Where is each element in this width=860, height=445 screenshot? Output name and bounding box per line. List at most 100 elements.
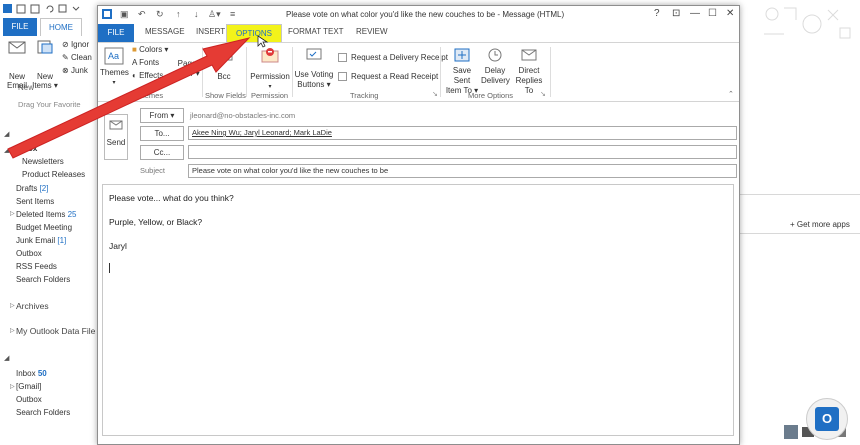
tab-file[interactable]: FILE (98, 24, 134, 42)
collapse-ribbon-icon[interactable]: ⌃ (728, 90, 734, 98)
tab-options[interactable]: OPTIONS (226, 24, 282, 43)
checkbox-box (338, 53, 347, 63)
new-items-button[interactable]: New Items ▾ (32, 40, 58, 90)
clean-up-button[interactable]: ✎ Clean (62, 53, 92, 62)
folder-newsletters[interactable]: Newsletters (22, 157, 64, 166)
expand-triangle-icon[interactable]: ▷ (10, 383, 15, 390)
request-read-receipt-checkbox[interactable]: Request a Read Receipt (338, 72, 438, 82)
folder-rss-feeds[interactable]: RSS Feeds (16, 262, 57, 271)
clean-up-label: Clean (70, 53, 92, 62)
use-voting-buttons-label: Use Voting Buttons ▾ (294, 70, 334, 89)
dialog-launcher-icon[interactable]: ↘ (432, 90, 438, 98)
close-icon[interactable]: ✕ (726, 8, 734, 19)
plus-icon: + (790, 220, 797, 229)
ignore-button[interactable]: ⊘ Ignor (62, 40, 89, 49)
customize-toolbar-icon[interactable]: ≡ (230, 9, 235, 19)
collapse-triangle-icon[interactable]: ◢ (4, 130, 9, 138)
group-label-more-options: More Options (468, 91, 514, 100)
outlook-taskbar-badge[interactable]: O (806, 398, 848, 440)
maximize-icon[interactable]: ☐ (708, 8, 717, 19)
tab-format-text[interactable]: FORMAT TEXT (288, 27, 344, 36)
save-sent-item-to-button[interactable]: Save Sent Item To ▾ (444, 47, 480, 96)
themes-button[interactable]: Aa Themes ▾ (100, 47, 129, 88)
from-button[interactable]: From ▾ (140, 108, 184, 123)
junk-button[interactable]: ⊗ Junk (62, 66, 88, 75)
effects-button[interactable]: ◐ Effects (132, 71, 163, 81)
group-label-tracking: Tracking (350, 91, 379, 100)
new-items-icon (37, 40, 53, 54)
subject-field[interactable]: Please vote on what color you'd like the… (188, 164, 737, 178)
colors-icon: ■ (132, 45, 137, 54)
send-icon (109, 120, 123, 130)
bg-tab-home[interactable]: HOME (40, 18, 82, 36)
get-more-apps-link[interactable]: + Get more apps (790, 220, 850, 229)
tab-insert[interactable]: INSERT (196, 27, 225, 36)
permission-button[interactable]: Permission ▾ (250, 47, 290, 92)
page-color-button[interactable]: Page Color ▾ (174, 59, 200, 79)
gmail-folder-outbox[interactable]: Outbox (16, 395, 42, 404)
archives-account[interactable]: Archives (16, 301, 49, 311)
fonts-button[interactable]: A Fonts (132, 58, 159, 68)
cc-field[interactable] (188, 145, 737, 159)
ribbon-decoration-pattern (764, 7, 851, 39)
minimize-icon[interactable]: — (690, 8, 700, 19)
arrow-down-icon[interactable]: ↓ (194, 9, 199, 19)
folder-drafts[interactable]: Drafts [2] (16, 184, 48, 193)
reply-envelope-icon (521, 49, 537, 61)
use-voting-buttons-button[interactable]: Use Voting Buttons ▾ (294, 47, 334, 90)
body-line: Please vote... what do you think? (109, 193, 234, 203)
collapse-triangle-icon[interactable]: ◢ (4, 146, 9, 154)
colors-button[interactable]: ■ Colors ▾ (132, 45, 168, 55)
folder-junk-email[interactable]: Junk Email [1] (16, 236, 66, 245)
themes-icon: Aa (104, 47, 124, 65)
get-more-apps-label: Get more apps (796, 220, 850, 229)
background-ribbon: New Email New Items ▾ ⊘ Ignor ✎ Clean ⊗ J… (0, 36, 98, 95)
undo-icon[interactable]: ↶ (138, 9, 146, 20)
folder-budget-meeting[interactable]: Budget Meeting (16, 223, 72, 232)
junk-icon: ⊗ (62, 66, 71, 75)
expand-triangle-icon[interactable]: ▷ (10, 210, 15, 217)
arrow-up-icon[interactable]: ↑ (176, 9, 181, 19)
tab-message[interactable]: MESSAGE (145, 27, 185, 36)
expand-triangle-icon[interactable]: ▷ (10, 302, 15, 309)
save-icon[interactable]: ▣ (120, 9, 129, 20)
gmail-folder-inbox[interactable]: Inbox 50 (16, 369, 47, 378)
cc-button[interactable]: Cc... (140, 145, 184, 160)
outlook-data-file-account[interactable]: My Outlook Data File (16, 326, 95, 336)
group-separator (550, 47, 551, 97)
send-button[interactable]: Send (104, 114, 128, 160)
delay-delivery-button[interactable]: Delay Delivery (481, 47, 510, 86)
quick-access-icons (3, 4, 80, 14)
group-separator (202, 47, 203, 97)
person-icon[interactable]: ♙▾ (208, 9, 221, 20)
help-icon[interactable]: ? (654, 8, 660, 19)
folder-product-releases[interactable]: Product Releases (22, 170, 85, 179)
direct-replies-to-button[interactable]: Direct Replies To (511, 47, 547, 96)
folder-inbox[interactable]: Inbox (16, 144, 37, 153)
background-ribbon-tabs: FILE HOME (0, 18, 98, 36)
request-delivery-receipt-checkbox[interactable]: Request a Delivery Receipt (338, 53, 448, 63)
window-title: Please vote on what color you'd like the… (286, 10, 565, 19)
tab-review[interactable]: REVIEW (356, 27, 388, 36)
clock-icon (488, 48, 502, 62)
collapse-triangle-icon[interactable]: ◢ (4, 354, 9, 362)
expand-triangle-icon[interactable]: ▷ (10, 327, 15, 334)
redo-icon[interactable]: ↻ (156, 9, 164, 20)
ribbon-display-options-icon[interactable]: ⊡ (672, 8, 680, 19)
to-field[interactable]: Akee Ning Wu; Jaryl Leonard; Mark LaDie (188, 126, 737, 140)
group-label-show-fields: Show Fields (205, 91, 246, 100)
bcc-button[interactable]: Bcc (206, 47, 242, 82)
themes-label: Themes (100, 68, 129, 77)
folder-sent-items[interactable]: Sent Items (16, 197, 54, 206)
fonts-icon: A (132, 58, 137, 67)
bg-tab-file[interactable]: FILE (3, 18, 37, 36)
dialog-launcher-icon[interactable]: ↘ (540, 90, 546, 98)
to-button[interactable]: To... (140, 126, 184, 141)
gmail-folder-gmail[interactable]: [Gmail] (16, 382, 41, 391)
folder-search-folders[interactable]: Search Folders (16, 275, 70, 284)
folder-deleted-items[interactable]: Deleted Items 25 (16, 210, 77, 219)
outlook-app-icon (102, 9, 112, 19)
message-body-editor[interactable]: Please vote... what do you think? Purple… (102, 184, 734, 436)
gmail-folder-search-folders[interactable]: Search Folders (16, 408, 70, 417)
folder-outbox[interactable]: Outbox (16, 249, 42, 258)
